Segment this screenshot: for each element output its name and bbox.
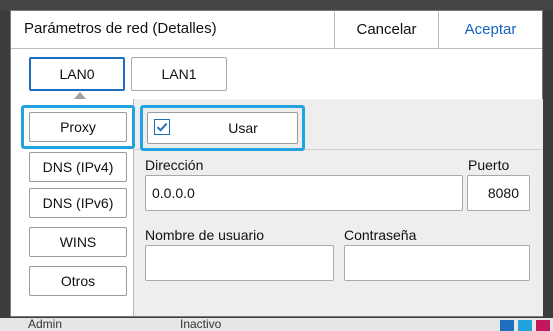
accept-button[interactable]: Aceptar	[438, 11, 542, 48]
dialog-header: Parámetros de red (Detalles) Cancelar Ac…	[11, 11, 542, 49]
cancel-button[interactable]: Cancelar	[334, 11, 438, 48]
address-field[interactable]: 0.0.0.0	[145, 175, 463, 211]
port-label: Puerto	[468, 157, 510, 173]
checkbox-checked-icon	[154, 119, 170, 135]
sidebar-item-dns-ipv6[interactable]: DNS (IPv6)	[29, 188, 127, 218]
sidebar-item-otros[interactable]: Otros	[29, 266, 127, 296]
sidebar-item-dns-ipv4[interactable]: DNS (IPv4)	[29, 152, 127, 182]
dialog-title: Parámetros de red (Detalles)	[24, 20, 217, 37]
use-proxy-label: Usar	[228, 120, 258, 136]
sidebar-item-proxy[interactable]: Proxy	[29, 112, 127, 142]
background-status-bar	[0, 318, 553, 331]
ink-c-icon	[518, 320, 532, 331]
use-proxy-toggle[interactable]: Usar	[147, 112, 298, 144]
port-field[interactable]: 8080	[467, 175, 530, 211]
ink-k-icon	[500, 320, 514, 331]
password-field[interactable]	[344, 245, 530, 281]
background-top-strip	[0, 0, 553, 10]
network-settings-dialog: Parámetros de red (Detalles) Cancelar Ac…	[10, 10, 543, 317]
background-user-text: Admin	[28, 317, 63, 331]
tab-lan0[interactable]: LAN0	[29, 57, 125, 91]
ink-m-icon	[536, 320, 550, 331]
tab-lan1[interactable]: LAN1	[131, 57, 227, 91]
username-field[interactable]	[145, 245, 334, 281]
address-label: Dirección	[145, 157, 204, 173]
active-tab-caret-icon	[74, 92, 86, 99]
username-label: Nombre de usuario	[145, 227, 265, 243]
password-label: Contraseña	[344, 227, 417, 243]
background-status-text: Inactivo	[180, 317, 222, 331]
sidebar-item-wins[interactable]: WINS	[29, 227, 127, 257]
